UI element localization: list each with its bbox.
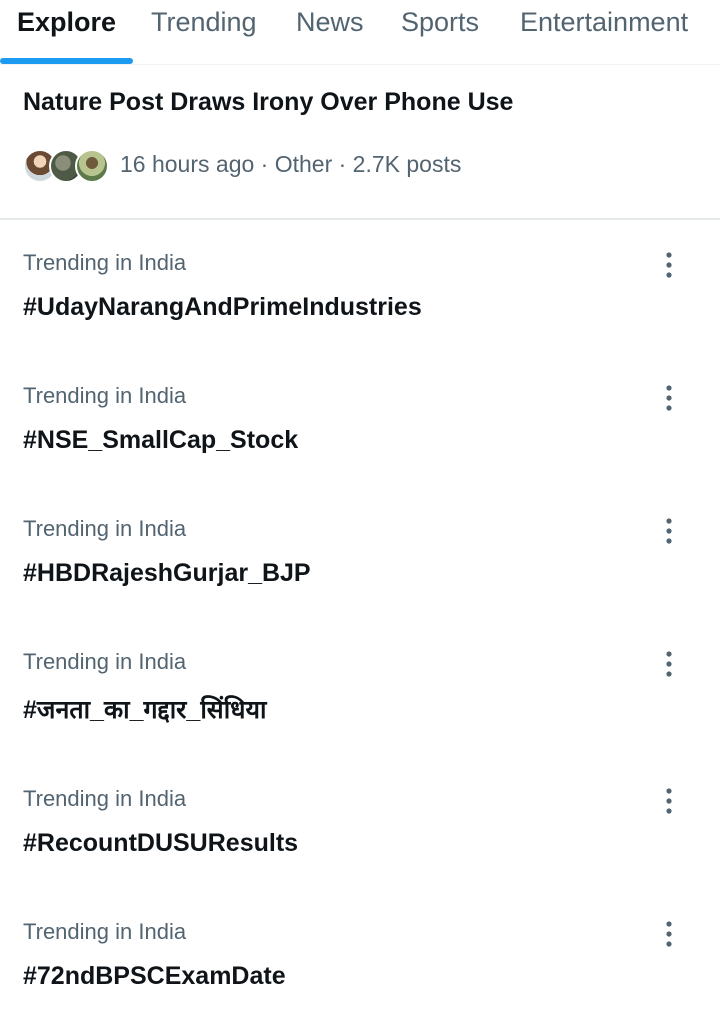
trend-context: Trending in India bbox=[23, 649, 187, 674]
trend-context: Trending in India bbox=[23, 383, 187, 408]
news-story-card[interactable]: Nature Post Draws Irony Over Phone Use 1… bbox=[0, 65, 720, 220]
trend-name[interactable]: #जनता_का_गद्दार_सिंधिया bbox=[23, 692, 267, 726]
tab-explore[interactable]: Explore bbox=[17, 0, 116, 64]
tab-trending[interactable]: Trending bbox=[151, 0, 257, 64]
news-story-title[interactable]: Nature Post Draws Irony Over Phone Use bbox=[23, 88, 513, 117]
more-vertical-icon[interactable] bbox=[656, 516, 682, 546]
news-avatar-stack bbox=[23, 149, 109, 183]
trend-context: Trending in India bbox=[23, 516, 187, 541]
trend-item[interactable]: Trending in India #जनता_का_गद्दार_सिंधिय… bbox=[0, 621, 720, 754]
trend-item[interactable]: Trending in India #NSE_SmallCap_Stock bbox=[0, 355, 720, 488]
trend-context: Trending in India bbox=[23, 786, 187, 811]
explore-tabbar: Explore Trending News Sports Entertainme… bbox=[0, 0, 720, 65]
more-vertical-icon[interactable] bbox=[656, 786, 682, 816]
more-vertical-icon[interactable] bbox=[656, 919, 682, 949]
trend-item[interactable]: Trending in India #72ndBPSCExamDate bbox=[0, 891, 720, 1015]
trend-name[interactable]: #UdayNarangAndPrimeIndustries bbox=[23, 293, 422, 322]
more-vertical-icon[interactable] bbox=[656, 383, 682, 413]
trend-name[interactable]: #72ndBPSCExamDate bbox=[23, 962, 286, 991]
trend-context: Trending in India bbox=[23, 250, 187, 275]
tab-news[interactable]: News bbox=[296, 0, 364, 64]
trend-name[interactable]: #NSE_SmallCap_Stock bbox=[23, 426, 298, 455]
tab-sports[interactable]: Sports bbox=[401, 0, 479, 64]
trend-name[interactable]: #RecountDUSUResults bbox=[23, 829, 298, 858]
trend-item[interactable]: Trending in India #RecountDUSUResults bbox=[0, 758, 720, 891]
trend-item[interactable]: Trending in India #UdayNarangAndPrimeInd… bbox=[0, 222, 720, 355]
avatar bbox=[75, 149, 109, 183]
more-vertical-icon[interactable] bbox=[656, 649, 682, 679]
trend-item[interactable]: Trending in India #HBDRajeshGurjar_BJP bbox=[0, 488, 720, 621]
tab-entertainment[interactable]: Entertainment bbox=[520, 0, 688, 64]
trend-context: Trending in India bbox=[23, 919, 187, 944]
more-vertical-icon[interactable] bbox=[656, 250, 682, 280]
explore-page: Explore Trending News Sports Entertainme… bbox=[0, 0, 720, 1015]
active-tab-indicator bbox=[0, 58, 133, 64]
news-story-meta: 16 hours ago · Other · 2.7K posts bbox=[120, 151, 462, 177]
trend-name[interactable]: #HBDRajeshGurjar_BJP bbox=[23, 559, 311, 588]
